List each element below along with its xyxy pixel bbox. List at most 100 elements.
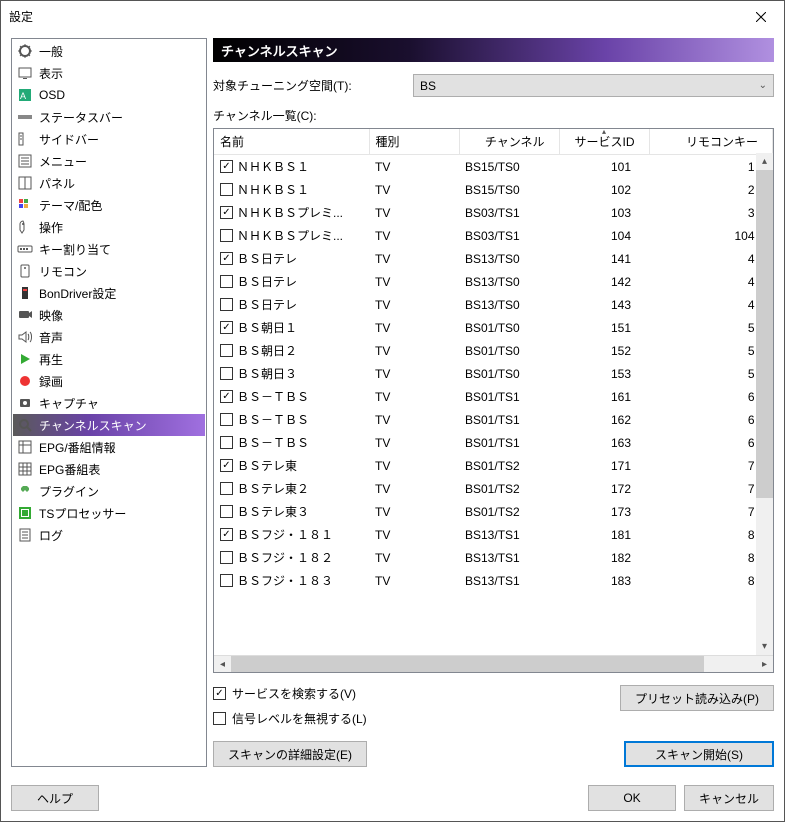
row-checkbox[interactable] (220, 551, 233, 564)
category-icon (17, 505, 33, 521)
col-service-id[interactable]: サービスID (559, 129, 649, 155)
ignore-signal-checkbox[interactable]: 信号レベルを無視する(L) (213, 710, 367, 727)
cell-type: TV (369, 362, 459, 385)
hscroll-track[interactable] (231, 656, 756, 673)
sidebar-item[interactable]: EPG番組表 (13, 458, 205, 480)
sidebar-item[interactable]: ステータスバー (13, 106, 205, 128)
table-row[interactable]: ＢＳテレ東２TVBS01/TS21727 (214, 477, 773, 500)
row-checkbox[interactable] (220, 574, 233, 587)
sidebar-item[interactable]: キー割り当て (13, 238, 205, 260)
table-row[interactable]: ＮＨＫＢＳ１TVBS15/TS01022 (214, 178, 773, 201)
search-services-checkbox[interactable]: ✓ サービスを検索する(V) (213, 685, 367, 702)
sidebar-item[interactable]: BonDriver設定 (13, 282, 205, 304)
category-tree[interactable]: 一般表示AOSDステータスバーサイドバーメニューパネルテーマ/配色操作キー割り当… (11, 38, 207, 767)
horizontal-scrollbar[interactable]: ◂ ▸ (214, 655, 773, 672)
tuning-space-value: BS (420, 79, 436, 93)
table-row[interactable]: ＢＳ日テレTVBS13/TS01434 (214, 293, 773, 316)
category-icon (17, 527, 33, 543)
sidebar-item[interactable]: リモコン (13, 260, 205, 282)
row-checkbox[interactable] (220, 298, 233, 311)
table-row[interactable]: ✓ＮＨＫＢＳプレミ...TVBS03/TS11033 (214, 201, 773, 224)
scroll-right-icon[interactable]: ▸ (756, 656, 773, 673)
table-row[interactable]: ＢＳテレ東３TVBS01/TS21737 (214, 500, 773, 523)
col-name[interactable]: 名前 (214, 129, 369, 155)
row-checkbox[interactable] (220, 229, 233, 242)
preset-load-button[interactable]: プリセット読み込み(P) (620, 685, 774, 711)
scroll-down-icon[interactable]: ▾ (756, 638, 773, 655)
row-checkbox[interactable] (220, 413, 233, 426)
cell-remote-key: 2 (649, 178, 773, 201)
row-checkbox[interactable] (220, 505, 233, 518)
sidebar-item[interactable]: ログ (13, 524, 205, 546)
row-checkbox[interactable] (220, 367, 233, 380)
table-row[interactable]: ＢＳフジ・１８３TVBS13/TS11838 (214, 569, 773, 592)
scroll-left-icon[interactable]: ◂ (214, 656, 231, 673)
table-scroll-area[interactable]: 名前 種別 チャンネル サービスID リモコンキー ✓ＮＨＫＢＳ１TVBS15/… (214, 129, 773, 655)
row-checkbox[interactable]: ✓ (220, 252, 233, 265)
col-channel[interactable]: チャンネル (459, 129, 559, 155)
row-checkbox[interactable]: ✓ (220, 528, 233, 541)
cell-remote-key: 6 (649, 385, 773, 408)
sidebar-item[interactable]: テーマ/配色 (13, 194, 205, 216)
table-row[interactable]: ＢＳ日テレTVBS13/TS01424 (214, 270, 773, 293)
row-checkbox[interactable]: ✓ (220, 206, 233, 219)
table-row[interactable]: ✓ＢＳテレ東TVBS01/TS21717 (214, 454, 773, 477)
sidebar-item[interactable]: パネル (13, 172, 205, 194)
row-checkbox[interactable]: ✓ (220, 321, 233, 334)
sidebar-item[interactable]: 映像 (13, 304, 205, 326)
row-checkbox[interactable] (220, 183, 233, 196)
cell-service-id: 173 (559, 500, 649, 523)
ok-button[interactable]: OK (588, 785, 676, 811)
row-checkbox[interactable]: ✓ (220, 459, 233, 472)
scroll-up-icon[interactable]: ▴ (756, 153, 773, 170)
sidebar-item[interactable]: メニュー (13, 150, 205, 172)
help-button[interactable]: ヘルプ (11, 785, 99, 811)
row-checkbox[interactable]: ✓ (220, 160, 233, 173)
start-scan-button[interactable]: スキャン開始(S) (624, 741, 774, 767)
sidebar-item[interactable]: 録画 (13, 370, 205, 392)
vertical-scrollbar[interactable]: ▴ ▾ (756, 153, 773, 655)
close-button[interactable] (738, 1, 784, 32)
tuning-space-select[interactable]: BS ⌄ (413, 74, 774, 97)
sidebar-item[interactable]: キャプチャ (13, 392, 205, 414)
cell-remote-key: 1 (649, 155, 773, 179)
table-row[interactable]: ✓ＢＳ日テレTVBS13/TS01414 (214, 247, 773, 270)
col-type[interactable]: 種別 (369, 129, 459, 155)
hscroll-thumb[interactable] (231, 656, 704, 673)
sidebar-item[interactable]: 一般 (13, 40, 205, 62)
sidebar-item[interactable]: 音声 (13, 326, 205, 348)
table-row[interactable]: ＢＳ朝日２TVBS01/TS01525 (214, 339, 773, 362)
sidebar-item[interactable]: 再生 (13, 348, 205, 370)
sidebar-item[interactable]: プラグイン (13, 480, 205, 502)
table-row[interactable]: ✓ＢＳ朝日１TVBS01/TS01515 (214, 316, 773, 339)
sidebar-item[interactable]: チャンネルスキャン (13, 414, 205, 436)
sidebar-item[interactable]: TSプロセッサー (13, 502, 205, 524)
advanced-settings-button[interactable]: スキャンの詳細設定(E) (213, 741, 367, 767)
row-checkbox[interactable] (220, 436, 233, 449)
sidebar-item[interactable]: 操作 (13, 216, 205, 238)
cell-name: ＮＨＫＢＳ１ (237, 181, 309, 198)
table-row[interactable]: ✓ＮＨＫＢＳ１TVBS15/TS01011 (214, 155, 773, 179)
row-checkbox[interactable] (220, 482, 233, 495)
table-row[interactable]: ＢＳフジ・１８２TVBS13/TS11828 (214, 546, 773, 569)
cancel-button[interactable]: キャンセル (684, 785, 774, 811)
table-row[interactable]: ✓ＢＳフジ・１８１TVBS13/TS11818 (214, 523, 773, 546)
scroll-track[interactable] (756, 170, 773, 638)
sidebar-item[interactable]: 表示 (13, 62, 205, 84)
cell-name: ＢＳ日テレ (237, 296, 297, 313)
table-row[interactable]: ＢＳ－ＴＢＳTVBS01/TS11626 (214, 408, 773, 431)
table-row[interactable]: ✓ＢＳ－ＴＢＳTVBS01/TS11616 (214, 385, 773, 408)
row-checkbox[interactable]: ✓ (220, 390, 233, 403)
row-checkbox[interactable] (220, 344, 233, 357)
checkbox-icon: ✓ (213, 687, 226, 700)
sidebar-item[interactable]: サイドバー (13, 128, 205, 150)
cell-service-id: 153 (559, 362, 649, 385)
sidebar-item[interactable]: AOSD (13, 84, 205, 106)
table-row[interactable]: ＢＳ朝日３TVBS01/TS01535 (214, 362, 773, 385)
scroll-thumb[interactable] (756, 170, 773, 498)
row-checkbox[interactable] (220, 275, 233, 288)
table-row[interactable]: ＢＳ－ＴＢＳTVBS01/TS11636 (214, 431, 773, 454)
table-row[interactable]: ＮＨＫＢＳプレミ...TVBS03/TS1104104 (214, 224, 773, 247)
sidebar-item[interactable]: EPG/番組情報 (13, 436, 205, 458)
col-remote-key[interactable]: リモコンキー (649, 129, 773, 155)
